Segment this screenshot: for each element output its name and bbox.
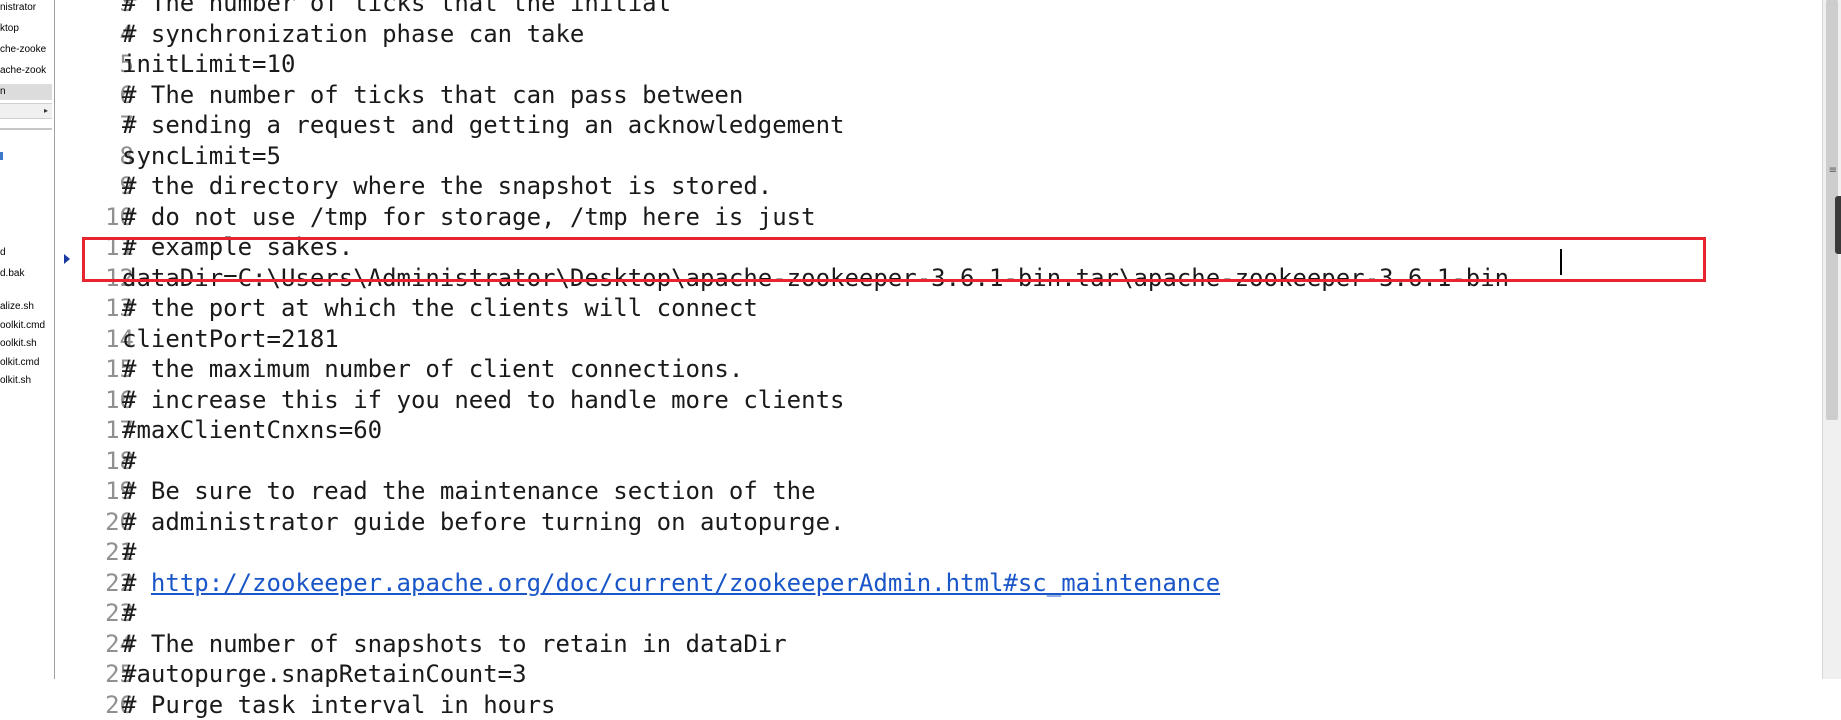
code-line-text: # The number of ticks that the initial xyxy=(122,0,672,17)
file-list-item[interactable]: olkit.sh xyxy=(0,373,52,389)
code-line-text: # Be sure to read the maintenance sectio… xyxy=(122,477,816,505)
sidebar-horizontal-scrollbar[interactable]: ▸ xyxy=(0,103,52,119)
code-line-text: #maxClientCnxns=60 xyxy=(122,416,383,444)
code-line-text: #autopurge.snapRetainCount=3 xyxy=(122,660,527,688)
side-panel-tab[interactable] xyxy=(1835,196,1841,254)
code-line-text: # Purge task interval in hours xyxy=(122,691,556,719)
code-line-text: # the directory where the snapshot is st… xyxy=(122,172,773,200)
code-line-text: # http://zookeeper.apache.org/doc/curren… xyxy=(122,569,1220,598)
code-line-text: clientPort=2181 xyxy=(122,325,339,353)
code-line-text: # increase this if you need to handle mo… xyxy=(122,386,845,414)
code-line-text: # xyxy=(122,447,137,475)
file-list-item[interactable]: alize.sh xyxy=(0,299,52,315)
scroll-right-arrow-icon[interactable]: ▸ xyxy=(44,104,48,118)
highlight-annotation-box xyxy=(82,237,1706,282)
editor-vertical-scrollbar[interactable]: ≡ xyxy=(1822,0,1841,679)
code-line-text: # synchronization phase can take xyxy=(122,20,585,48)
code-line-text: # the maximum number of client connectio… xyxy=(122,355,744,383)
file-list-item[interactable]: d xyxy=(0,245,52,261)
tree-item[interactable]: nistrator xyxy=(0,0,52,16)
line-number-gutter xyxy=(56,0,92,679)
tree-item[interactable]: che-zooke xyxy=(0,42,52,58)
code-line-text: syncLimit=5 xyxy=(122,142,281,170)
code-line-text: # xyxy=(122,538,137,566)
file-list-item[interactable]: oolkit.sh xyxy=(0,336,52,352)
code-line-text: # administrator guide before turning on … xyxy=(122,508,845,536)
url-link[interactable]: http://zookeeper.apache.org/doc/current/… xyxy=(151,569,1220,597)
grip-icon: ≡ xyxy=(1828,165,1837,176)
code-line-text: # the port at which the clients will con… xyxy=(122,294,758,322)
file-list-item[interactable]: olkit.cmd xyxy=(0,355,52,371)
code-line-text: # The number of ticks that can pass betw… xyxy=(122,81,744,109)
folder-icon xyxy=(0,152,3,160)
tree-item[interactable]: n xyxy=(0,84,52,100)
current-line-marker-icon xyxy=(64,254,70,264)
code-line-text: initLimit=10 xyxy=(122,50,296,78)
code-line-text: # xyxy=(122,599,137,627)
code-line-text: # sending a request and getting an ackno… xyxy=(122,111,845,139)
file-list-item[interactable]: oolkit.cmd xyxy=(0,318,52,334)
tree-item[interactable]: ktop xyxy=(0,21,52,37)
code-line-text: # The number of snapshots to retain in d… xyxy=(122,630,787,658)
code-line-text: # do not use /tmp for storage, /tmp here… xyxy=(122,203,816,231)
file-tree-sidebar: nistrator ktop che-zooke ache-zook n ▸ d d.ba… xyxy=(0,0,55,679)
pane-divider[interactable] xyxy=(0,128,52,130)
file-list-item[interactable]: d.bak xyxy=(0,266,52,282)
comment-prefix: # xyxy=(122,569,151,597)
tree-item[interactable]: ache-zook xyxy=(0,63,52,79)
